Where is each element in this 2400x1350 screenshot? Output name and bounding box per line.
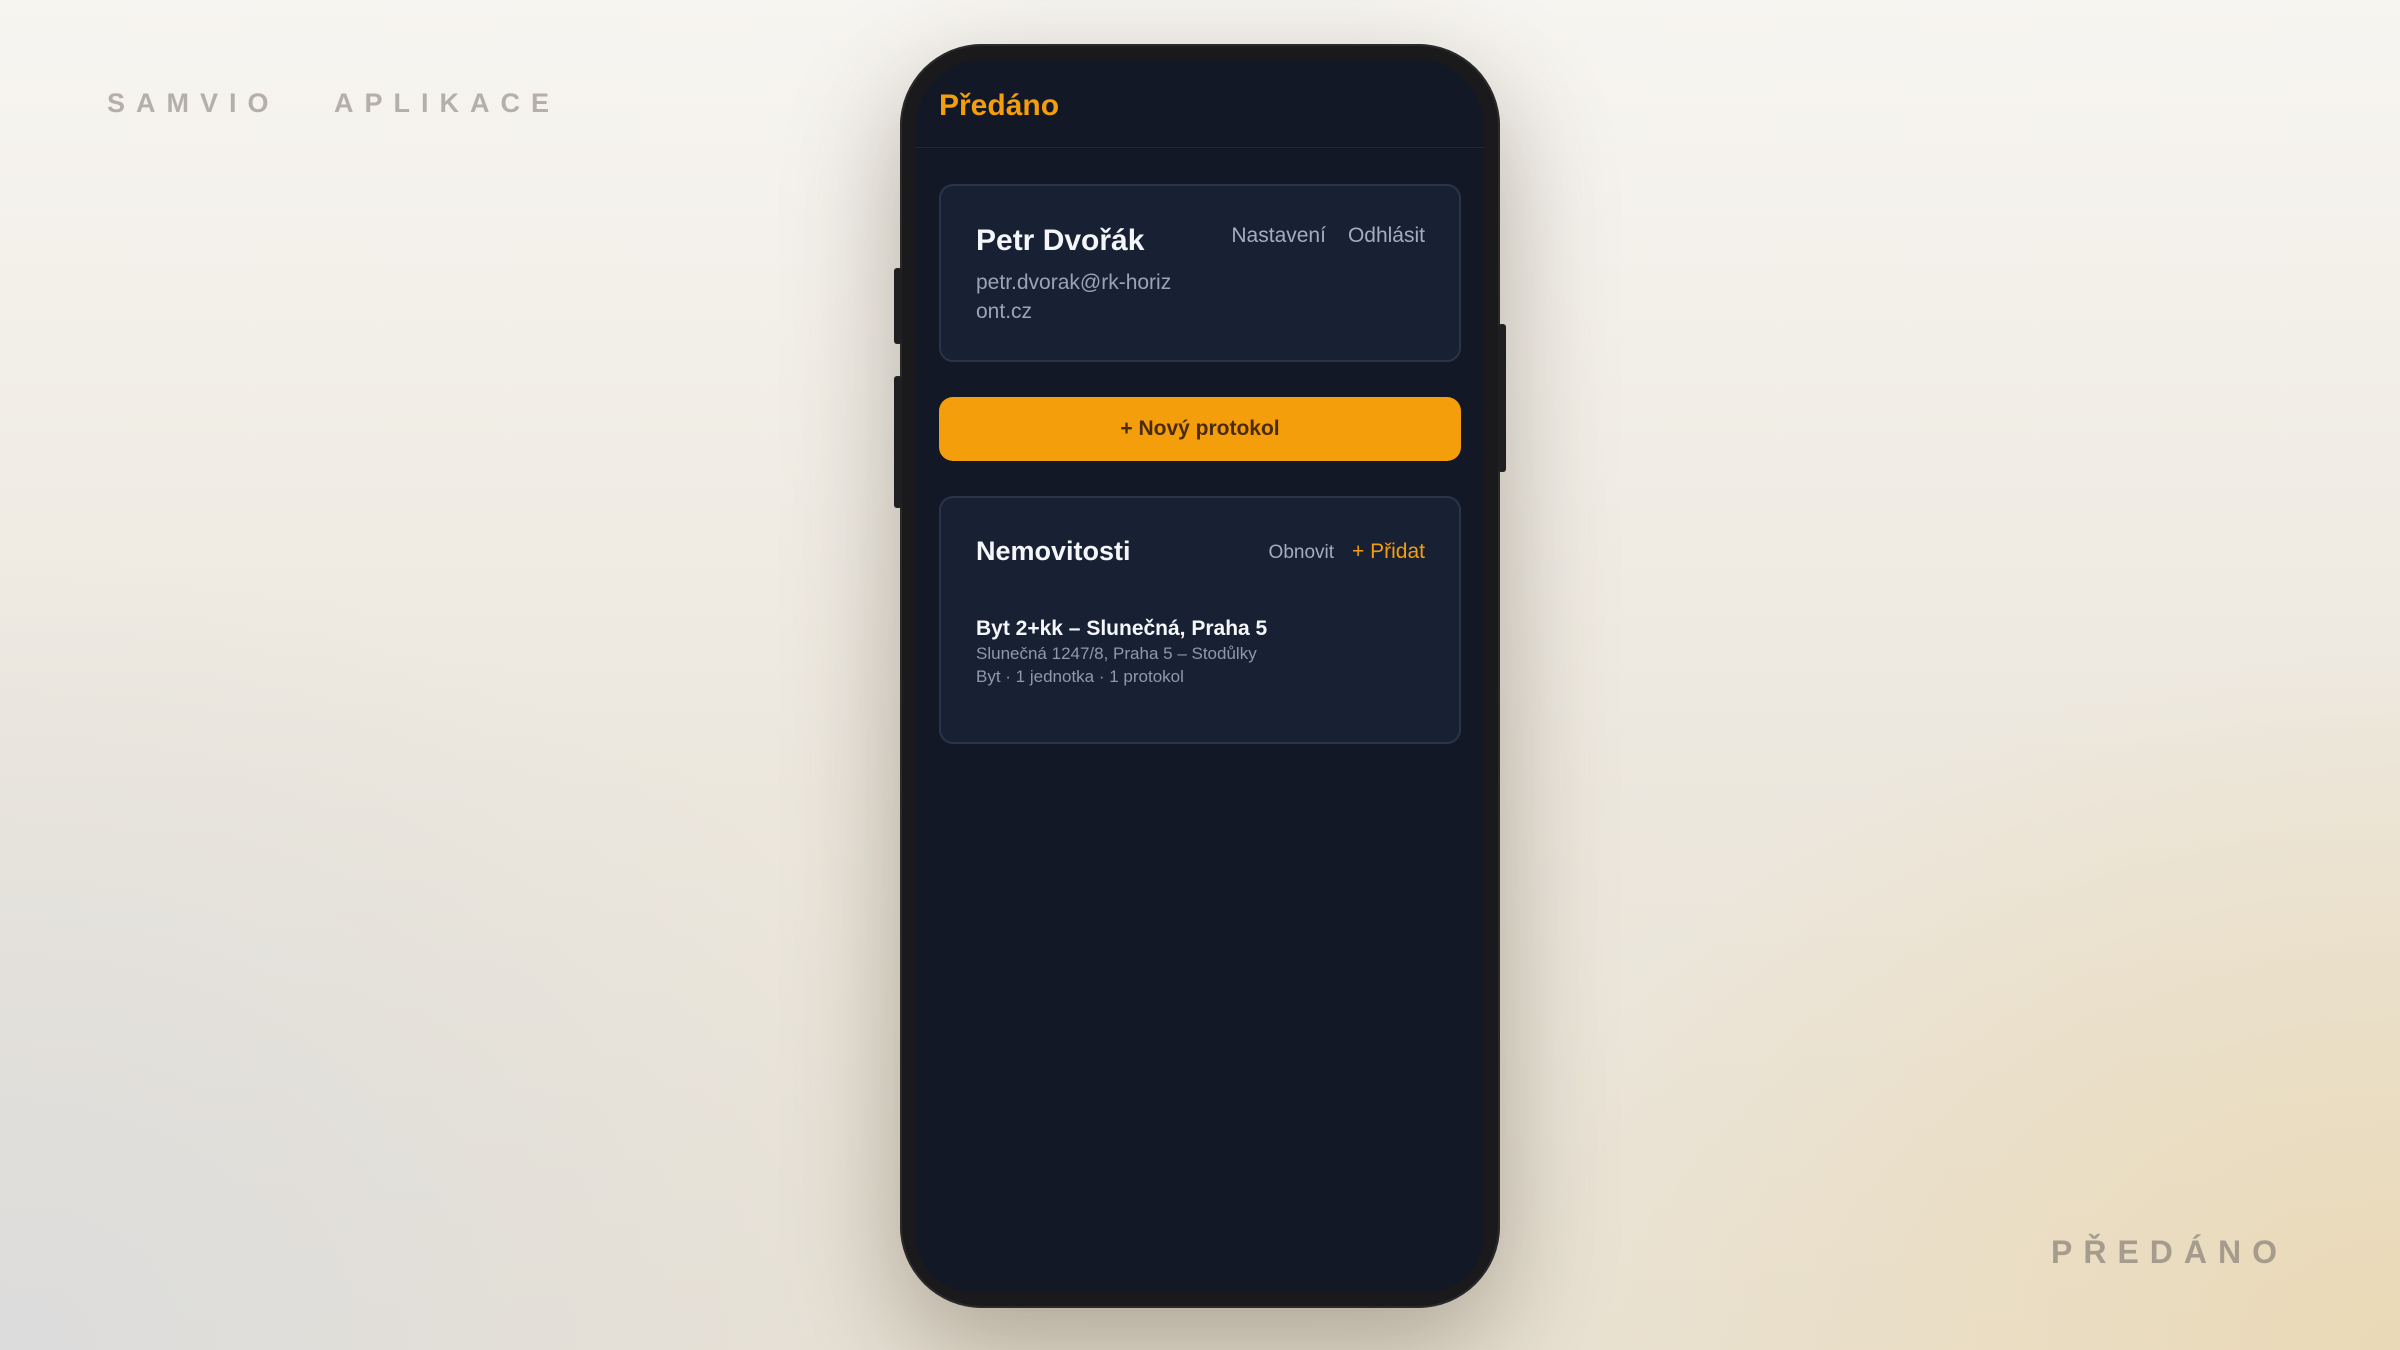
logout-link[interactable]: Odhlásit (1348, 224, 1425, 248)
brand-wordmark: PŘEDÁNO (2050, 1234, 2288, 1270)
property-name: Byt 2+kk – Slunečná, Praha 5 (976, 617, 1268, 640)
user-actions: Nastavení Odhlásit (1231, 224, 1425, 248)
properties-title: Nemovitosti (976, 536, 1131, 566)
properties-card: Nemovitosti Obnovit + Přidat Byt 2+kk – … (939, 496, 1461, 744)
phone-mute-button (894, 268, 902, 344)
app-title[interactable]: Předáno (939, 89, 1059, 123)
app-screen: Předáno Petr Dvořák petr.dvorak@rk-horiz… (916, 60, 1484, 1292)
phone-volume-button (894, 376, 902, 508)
add-property-link[interactable]: + Přidat (1352, 540, 1425, 564)
user-name: Petr Dvořák (976, 224, 1145, 257)
settings-link[interactable]: Nastavení (1231, 224, 1326, 248)
user-card: Petr Dvořák petr.dvorak@rk-horizont.cz N… (939, 184, 1461, 362)
property-address: Slunečná 1247/8, Praha 5 – Stodůlky (976, 644, 1257, 663)
refresh-link[interactable]: Obnovit (1269, 542, 1334, 564)
property-list-item[interactable]: Byt 2+kk – Slunečná, Praha 5 Slunečná 12… (976, 616, 1425, 688)
app-header: Předáno (916, 60, 1484, 148)
user-email: petr.dvorak@rk-horizont.cz (976, 271, 1172, 323)
property-meta: Byt · 1 jednotka · 1 protokol (976, 667, 1184, 686)
properties-actions: Obnovit + Přidat (1269, 540, 1425, 564)
new-protocol-button[interactable]: + Nový protokol (939, 397, 1461, 461)
phone-power-button (1498, 324, 1506, 472)
brand-caption: SAMVIO APLIKACE (107, 88, 561, 118)
